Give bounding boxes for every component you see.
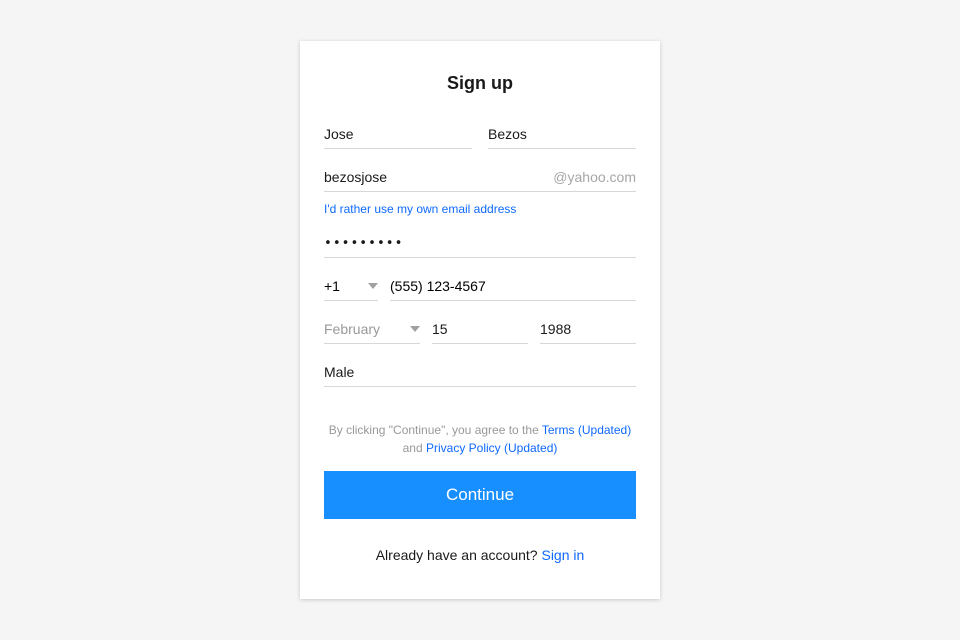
name-row [324, 120, 636, 149]
birth-month-select[interactable]: February [324, 315, 420, 344]
page-title: Sign up [324, 73, 636, 94]
continue-button[interactable]: Continue [324, 471, 636, 519]
signin-prompt: Already have an account? Sign in [324, 547, 636, 563]
gender-field[interactable]: Male [324, 358, 636, 387]
terms-prefix: By clicking "Continue", you agree to the [329, 423, 542, 437]
first-name-input[interactable] [324, 120, 472, 148]
terms-link[interactable]: Terms (Updated) [542, 423, 631, 437]
birth-year-input[interactable] [540, 315, 636, 343]
birth-day-field[interactable] [432, 315, 528, 344]
email-local-input[interactable] [324, 163, 547, 191]
password-input[interactable] [324, 230, 636, 257]
gender-value: Male [324, 358, 636, 386]
signin-link[interactable]: Sign in [541, 547, 584, 563]
birth-month-value: February [324, 315, 406, 343]
last-name-input[interactable] [488, 120, 636, 148]
gender-row: Male [324, 358, 636, 387]
birth-year-field[interactable] [540, 315, 636, 344]
signup-card: Sign up @yahoo.com I'd rather use my own… [300, 41, 660, 599]
password-field[interactable] [324, 230, 636, 258]
terms-text: By clicking "Continue", you agree to the… [324, 421, 636, 457]
birthdate-row: February [324, 315, 636, 344]
privacy-link[interactable]: Privacy Policy (Updated) [426, 441, 557, 455]
email-field[interactable]: @yahoo.com [324, 163, 636, 192]
terms-mid: and [403, 441, 426, 455]
phone-row: +1 [324, 272, 636, 301]
chevron-down-icon [410, 326, 420, 332]
country-code-select[interactable]: +1 [324, 272, 378, 301]
chevron-down-icon [368, 283, 378, 289]
use-own-email-link[interactable]: I'd rather use my own email address [324, 202, 516, 216]
last-name-field[interactable] [488, 120, 636, 149]
first-name-field[interactable] [324, 120, 472, 149]
phone-number-input[interactable] [390, 272, 636, 300]
email-domain-suffix: @yahoo.com [547, 169, 636, 185]
country-code-value: +1 [324, 278, 340, 294]
phone-number-field[interactable] [390, 272, 636, 301]
email-row: @yahoo.com [324, 163, 636, 192]
password-row [324, 230, 636, 258]
signin-text: Already have an account? [376, 547, 542, 563]
birth-day-input[interactable] [432, 315, 528, 343]
